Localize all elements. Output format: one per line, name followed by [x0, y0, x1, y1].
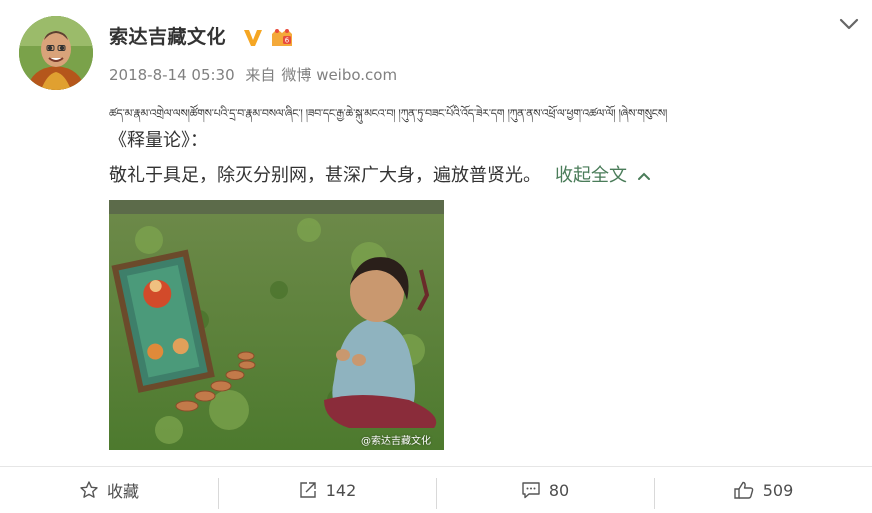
comment-button[interactable]: 80 [436, 467, 654, 513]
post-timestamp[interactable]: 2018-8-14 05:30 [109, 66, 235, 84]
collapse-label: 收起全文 [555, 165, 627, 186]
image-watermark: @索达吉藏文化 [361, 436, 431, 447]
repost-icon [300, 482, 316, 498]
source-prefix: 来自 [245, 66, 276, 84]
avatar[interactable] [19, 16, 93, 90]
comment-count: 80 [548, 480, 570, 500]
post-image[interactable]: @索达吉藏文化 [109, 200, 444, 450]
repost-count: 142 [325, 480, 357, 500]
verified-icon [244, 30, 262, 46]
post-meta: 2018-8-14 05:30 来自 微博 weibo.com [109, 64, 403, 85]
like-count: 509 [762, 480, 794, 500]
author-name[interactable]: 索达吉藏文化 [109, 22, 226, 49]
like-icon [734, 481, 754, 499]
chevron-down-icon[interactable] [839, 16, 859, 32]
star-icon [80, 481, 98, 498]
weibo-post-card: 索达吉藏文化 6 2018-8-14 05:30 来自 微博 weibo.com … [0, 0, 872, 513]
favorite-label: 收藏 [106, 482, 139, 501]
action-bar: 收藏 142 80 509 [0, 467, 872, 513]
post-body-text: 敬礼于具足，除灭分别网，甚深广大身，遍放普贤光。 [109, 165, 541, 186]
favorite-button[interactable]: 收藏 [0, 467, 218, 513]
chevron-up-icon [638, 172, 650, 180]
repost-button[interactable]: 142 [218, 467, 436, 513]
source-link[interactable]: 微博 weibo.com [281, 66, 397, 84]
comment-icon [522, 482, 540, 499]
post-body-line: 敬礼于具足，除灭分别网，甚深广大身，遍放普贤光。 收起全文 [109, 161, 651, 187]
svg-text:6: 6 [285, 37, 290, 45]
collapse-button[interactable]: 收起全文 [555, 165, 651, 186]
post-title-line: 《释量论》： [109, 130, 208, 151]
tibetan-text: ཚད་མ་རྣམ་འགྲེལ་ལས།ཚོགས་པའི་དྲ་བ་རྣམ་བསལ་… [109, 107, 668, 120]
like-button[interactable]: 509 [654, 467, 872, 513]
level-badge-icon[interactable]: 6 [269, 26, 295, 48]
